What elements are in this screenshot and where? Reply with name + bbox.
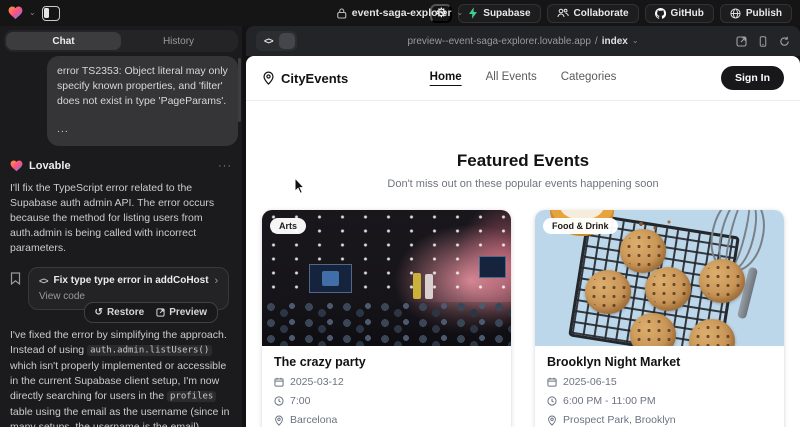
clock-icon (547, 396, 557, 406)
category-badge: Food & Drink (543, 218, 618, 234)
url-chevron-icon: ⌄ (632, 37, 639, 45)
refresh-icon[interactable] (779, 36, 790, 47)
event-date-row: 2025-06-15 (547, 376, 772, 388)
lock-icon (337, 8, 347, 19)
more-options-icon[interactable]: ··· (218, 160, 232, 172)
supabase-button[interactable]: Supabase (458, 4, 540, 23)
external-link-icon (156, 308, 165, 317)
github-button[interactable]: GitHub (645, 4, 714, 23)
event-date-row: 2025-03-12 (274, 376, 499, 388)
preview-mode-segment[interactable] (279, 33, 295, 49)
sign-in-button[interactable]: Sign In (721, 66, 784, 90)
supabase-bolt-icon (468, 7, 478, 19)
event-location-row: Prospect Park, Brooklyn (547, 414, 772, 426)
project-chevron-icon: ⌄ (457, 9, 464, 17)
tab-history[interactable]: History (121, 32, 236, 50)
calendar-icon (274, 377, 284, 387)
event-time-row: 6:00 PM - 11:00 PM (547, 395, 772, 407)
hero-subtitle: Don't miss out on these popular events h… (246, 178, 800, 190)
hero-section: Featured Events Don't miss out on these … (246, 151, 800, 190)
assistant-intro-text: I'll fix the TypeScript error related to… (10, 181, 234, 256)
code-preview-toggle[interactable]: <> (256, 31, 297, 51)
lovable-menu-chevron-icon[interactable]: ⌄ (29, 9, 36, 17)
event-title: Brooklyn Night Market (547, 355, 772, 369)
nav-categories[interactable]: Categories (561, 71, 617, 86)
preview-panel: <> preview--event-saga-explorer.lovable.… (246, 26, 800, 427)
map-pin-icon (547, 415, 557, 426)
preview-toolbar: <> preview--event-saga-explorer.lovable.… (246, 26, 800, 56)
map-pin-icon (274, 415, 284, 426)
code-icon: <> (39, 276, 48, 286)
category-badge: Arts (270, 218, 306, 234)
url-host: preview--event-saga-explorer.lovable.app (407, 36, 590, 47)
app-topbar: ⌄ event-saga-explorer ⌄ ⚙ Supabase Colla… (0, 0, 800, 26)
event-card[interactable]: Food & Drink Brooklyn Night Market 2025-… (535, 210, 784, 427)
event-location-row: Barcelona (274, 414, 499, 426)
preview-button[interactable]: Preview (156, 307, 207, 318)
clock-icon (274, 396, 284, 406)
collaborate-button[interactable]: Collaborate (547, 4, 639, 23)
restore-button[interactable]: ↺ Restore (95, 307, 145, 318)
code-change-title: Fix type type error in addCoHost (54, 275, 209, 286)
code-span-listusers: auth.admin.listUsers() (87, 345, 212, 356)
event-card[interactable]: Arts The crazy party 2025-03-12 (262, 210, 511, 427)
people-icon (557, 8, 569, 18)
site-brand[interactable]: CityEvents (262, 71, 348, 86)
view-code-link[interactable]: View code (39, 291, 218, 302)
chat-tabbar: Chat History (4, 30, 238, 52)
restore-icon: ↺ (95, 307, 103, 318)
chat-sidebar: Chat History error TS2353: Object litera… (0, 26, 242, 427)
nav-all-events[interactable]: All Events (486, 71, 537, 86)
globe-icon (730, 8, 741, 19)
preview-url[interactable]: preview--event-saga-explorer.lovable.app… (407, 36, 638, 47)
user-error-message: error TS2353: Object literal may only sp… (47, 56, 238, 146)
lovable-avatar-icon (10, 160, 23, 172)
map-pin-icon (262, 71, 275, 85)
project-switcher[interactable]: event-saga-explorer ⌄ (337, 7, 464, 19)
event-image-party: Arts (262, 210, 511, 346)
lovable-logo-icon[interactable] (8, 6, 23, 20)
event-time-row: 7:00 (274, 395, 499, 407)
assistant-message: Lovable ··· I'll fix the TypeScript erro… (4, 160, 238, 427)
code-span-profiles: profiles (167, 391, 216, 402)
sidebar-toggle-icon[interactable] (42, 6, 60, 21)
bookmark-icon[interactable] (10, 272, 21, 285)
site-viewport: CityEvents Home All Events Categories Si… (246, 56, 800, 427)
message-actions: ↺ Restore Preview (84, 302, 218, 323)
hero-title: Featured Events (246, 151, 800, 171)
publish-button[interactable]: Publish (720, 4, 792, 23)
event-card-grid: Arts The crazy party 2025-03-12 (262, 210, 784, 427)
nav-home[interactable]: Home (430, 71, 462, 86)
assistant-outro-text: I've fixed the error by simplifying the … (10, 328, 234, 427)
assistant-name: Lovable (29, 160, 71, 172)
github-icon (655, 8, 666, 19)
tab-chat[interactable]: Chat (6, 32, 121, 50)
calendar-icon (547, 377, 557, 387)
site-nav: Home All Events Categories (430, 71, 617, 86)
chat-scrollbar[interactable] (238, 58, 241, 122)
project-name: event-saga-explorer (352, 7, 452, 19)
code-mode-icon[interactable]: <> (258, 36, 279, 46)
mobile-view-icon[interactable] (759, 36, 767, 47)
site-header: CityEvents Home All Events Categories Si… (246, 56, 800, 101)
message-ellipsis: ... (57, 122, 228, 137)
event-image-cookies: Food & Drink (535, 210, 784, 346)
event-title: The crazy party (274, 355, 499, 369)
url-page: index (602, 36, 628, 47)
open-in-new-tab-icon[interactable] (736, 36, 747, 47)
chevron-right-icon: › (215, 275, 219, 287)
